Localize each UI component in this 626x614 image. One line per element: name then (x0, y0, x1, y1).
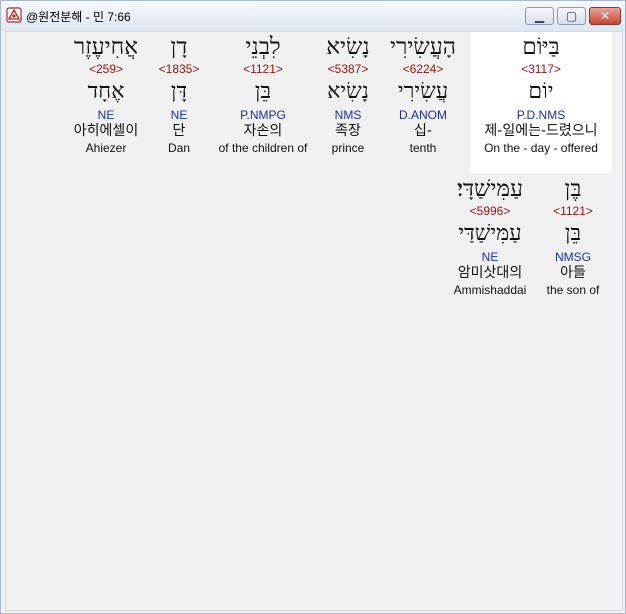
word-block[interactable]: נָשִׂיא <5387> נָשִׂיא NMS 족장 prince (318, 32, 378, 155)
strong-number[interactable]: <1835> (154, 62, 204, 76)
maximize-button[interactable]: ▢ (557, 7, 586, 25)
app-window: @원전분해 - 민 7:66 ▁ ▢ ✕ בַּיּוֹם <3117> יוֹ… (0, 0, 626, 614)
strong-number[interactable]: <1121> (538, 204, 608, 218)
title-bar[interactable]: @원전분해 - 민 7:66 ▁ ▢ ✕ (1, 1, 625, 31)
hebrew-word: אֲחִיעֶזֶר (73, 34, 139, 60)
korean-gloss: 족장 (335, 123, 361, 139)
hebrew-word: בַּיּוֹם (522, 34, 560, 60)
hebrew-word: לִבְנֵי (245, 34, 281, 60)
lexeme: דָּן (170, 79, 188, 104)
korean-gloss: 십- (414, 123, 432, 139)
korean-gloss: 단 (172, 123, 186, 139)
english-gloss: tenth (409, 141, 437, 155)
english-gloss: prince (331, 141, 365, 155)
strong-number[interactable]: <3117> (470, 62, 612, 76)
english-gloss: Ahiezer (85, 141, 127, 155)
morphology: NMSG (555, 250, 591, 264)
korean-gloss: 제-일에는-드렸으니 (484, 123, 598, 139)
strong-number[interactable]: <5387> (318, 62, 378, 76)
korean-gloss: 암미삿대의 (457, 265, 523, 281)
lexeme: אֶחָד (87, 79, 125, 104)
korean-gloss: 아히에셀이 (73, 123, 139, 139)
minimize-button[interactable]: ▁ (525, 7, 554, 25)
morphology: NE (97, 108, 115, 122)
strong-number[interactable]: <5996> (446, 204, 534, 218)
close-button[interactable]: ✕ (589, 7, 621, 25)
korean-gloss: 자손의 (243, 123, 283, 139)
lexeme: עַמִּישַׁדַּי (458, 221, 522, 246)
strong-number[interactable]: <6224> (382, 62, 464, 76)
morphology: NE (170, 108, 188, 122)
lexeme: בֵּן (564, 221, 582, 246)
hebrew-word: עַמִּישַׁדָּי׃ (456, 176, 524, 202)
english-gloss: Ammishaddai (453, 283, 527, 297)
strong-number[interactable]: <1121> (210, 62, 316, 76)
word-block[interactable]: בַּיּוֹם <3117> יוֹם P.D.NMS 제-일에는-드렸으니 … (470, 32, 612, 155)
app-icon (6, 7, 22, 23)
lexeme: בֵּן (254, 79, 272, 104)
korean-gloss: 아들 (560, 265, 586, 281)
window-title: @원전분해 - 민 7:66 (26, 10, 131, 24)
maximize-icon: ▢ (565, 9, 578, 23)
hebrew-word: בֶּן (564, 176, 582, 202)
lexeme: נָשִׂיא (327, 79, 369, 104)
word-block[interactable]: אֲחִיעֶזֶר <259> אֶחָד NE 아히에셀이 Ahiezer (64, 32, 148, 155)
lexeme: עֲשִׂירִי (397, 79, 449, 104)
strong-number[interactable]: <259> (64, 62, 148, 76)
hebrew-word: נָשִׂיא (326, 34, 370, 60)
word-block[interactable]: בֶּן <1121> בֵּן NMSG 아들 the son of (538, 174, 608, 297)
morphology: NE (481, 250, 499, 264)
english-gloss: the son of (546, 283, 600, 297)
close-icon: ✕ (599, 9, 611, 23)
morphology: D.ANOM (399, 108, 447, 122)
hebrew-word: הָעֲשִׂירִי (390, 34, 456, 60)
hebrew-word: דָן (170, 34, 188, 60)
word-block[interactable]: דָן <1835> דָּן NE 단 Dan (154, 32, 204, 155)
morphology: P.D.NMS (516, 108, 566, 122)
english-gloss: Dan (167, 141, 190, 155)
word-block[interactable]: הָעֲשִׂירִי <6224> עֲשִׂירִי D.ANOM 십- t… (382, 32, 464, 155)
morphology: NMS (334, 108, 362, 122)
word-block[interactable]: עַמִּישַׁדָּי׃ <5996> עַמִּישַׁדַּי NE 암… (446, 174, 534, 297)
interlinear-panel: בַּיּוֹם <3117> יוֹם P.D.NMS 제-일에는-드렸으니 … (5, 31, 623, 611)
lexeme: יוֹם (528, 79, 554, 104)
minimize-icon: ▁ (534, 9, 545, 23)
morphology: P.NMPG (240, 108, 286, 122)
english-gloss: of the children of (218, 141, 308, 155)
english-gloss: On the - day - offered (484, 141, 598, 155)
word-block[interactable]: לִבְנֵי <1121> בֵּן P.NMPG 자손의 of the ch… (210, 32, 316, 155)
